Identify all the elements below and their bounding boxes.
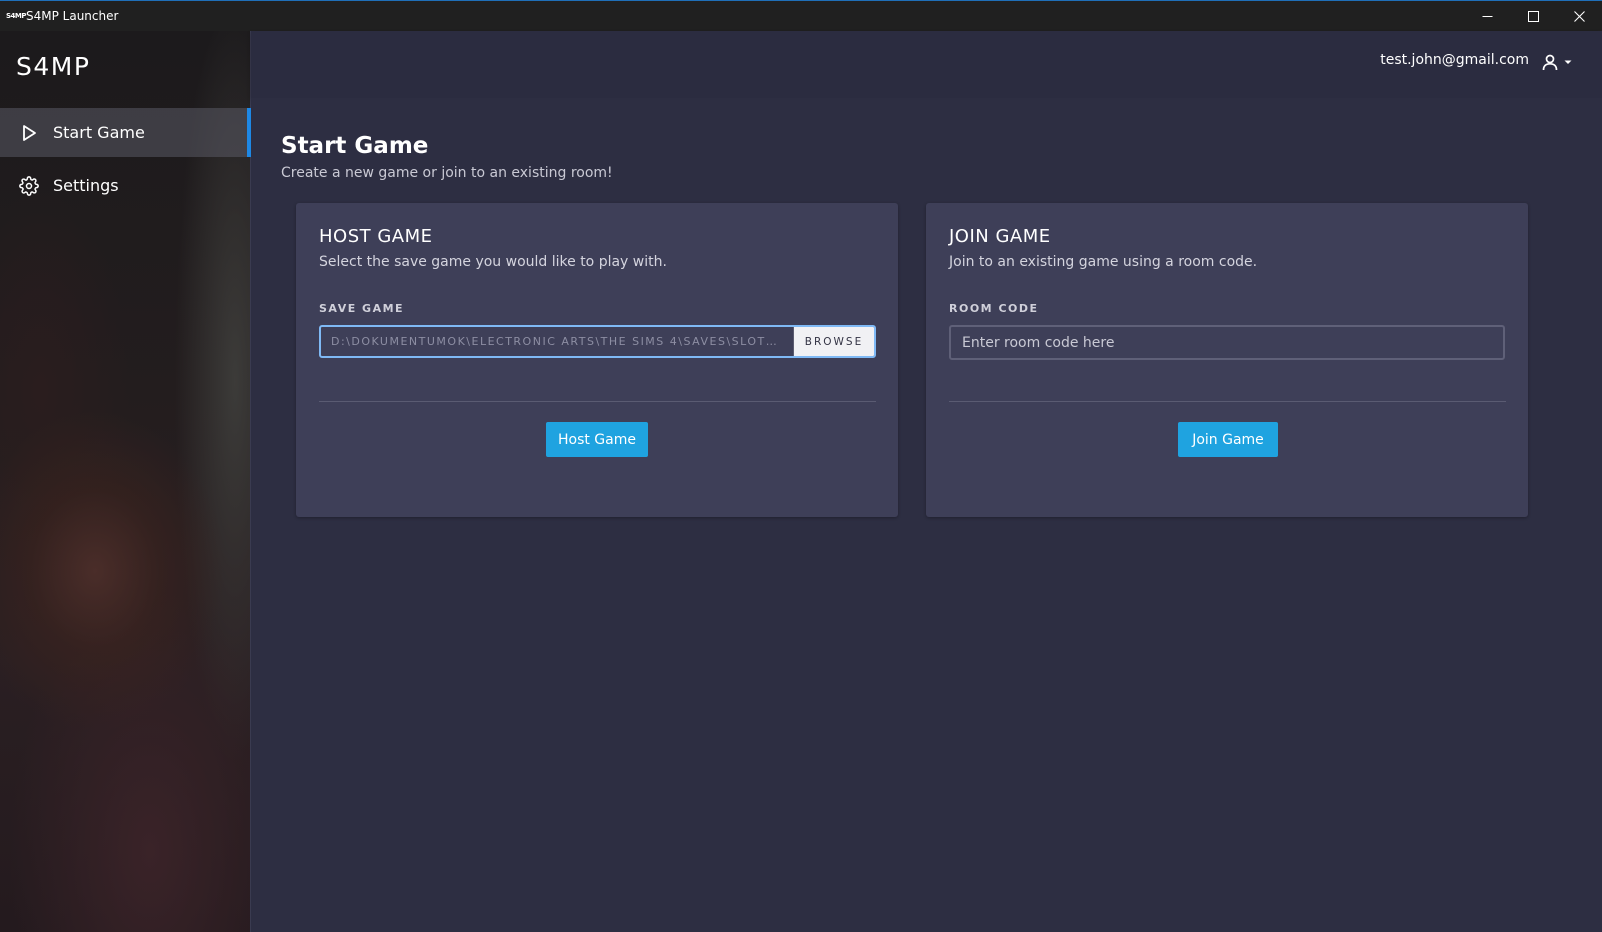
window-controls	[1464, 1, 1602, 31]
close-icon	[1573, 10, 1585, 22]
main-content: Start Game Create a new game or join to …	[251, 98, 1602, 932]
user-icon	[1542, 54, 1558, 71]
page-subtitle: Create a new game or join to an existing…	[281, 165, 613, 181]
sidebar-item-settings[interactable]: Settings	[0, 161, 251, 210]
app-logo-icon: S4MP	[6, 12, 27, 20]
maximize-button[interactable]	[1510, 1, 1556, 31]
join-game-button[interactable]: Join Game	[1178, 422, 1278, 457]
sidebar-item-label: Start Game	[53, 123, 145, 142]
sidebar: S4MP Start Game Settings	[0, 31, 251, 932]
card-divider	[949, 401, 1506, 402]
top-header: test.john@gmail.com	[251, 31, 1602, 98]
host-card-description: Select the save game you would like to p…	[319, 254, 667, 270]
minimize-button[interactable]	[1464, 1, 1510, 31]
page-title: Start Game	[281, 133, 429, 159]
host-card-title: HOST GAME	[319, 226, 433, 247]
card-divider	[319, 401, 876, 402]
join-card-title: JOIN GAME	[949, 226, 1051, 247]
save-game-path-field[interactable]: D:\DOKUMENTUMOK\ELECTRONIC ARTS\THE SIMS…	[321, 327, 794, 356]
window-titlebar: S4MP S4MP Launcher	[0, 0, 1602, 31]
user-email: test.john@gmail.com	[1380, 52, 1529, 68]
save-game-label: SAVE GAME	[319, 302, 405, 315]
join-card-description: Join to an existing game using a room co…	[949, 254, 1258, 270]
sidebar-item-start-game[interactable]: Start Game	[0, 108, 251, 157]
chevron-down-icon	[1564, 60, 1572, 64]
play-icon	[19, 123, 39, 143]
window-title: S4MP Launcher	[26, 9, 119, 23]
host-game-button[interactable]: Host Game	[546, 422, 648, 457]
maximize-icon	[1527, 10, 1539, 22]
gear-icon	[19, 175, 39, 196]
room-code-label: ROOM CODE	[949, 302, 1039, 315]
browse-button[interactable]: BROWSE	[794, 327, 874, 356]
save-game-file-picker: D:\DOKUMENTUMOK\ELECTRONIC ARTS\THE SIMS…	[319, 325, 876, 358]
sidebar-item-label: Settings	[53, 176, 119, 195]
app-logo: S4MP	[16, 52, 91, 81]
minimize-icon	[1482, 15, 1492, 17]
user-menu-button[interactable]	[1540, 51, 1574, 73]
close-button[interactable]	[1556, 1, 1602, 31]
join-game-card: JOIN GAME Join to an existing game using…	[926, 203, 1528, 517]
room-code-input[interactable]	[949, 325, 1505, 360]
host-game-card: HOST GAME Select the save game you would…	[296, 203, 898, 517]
